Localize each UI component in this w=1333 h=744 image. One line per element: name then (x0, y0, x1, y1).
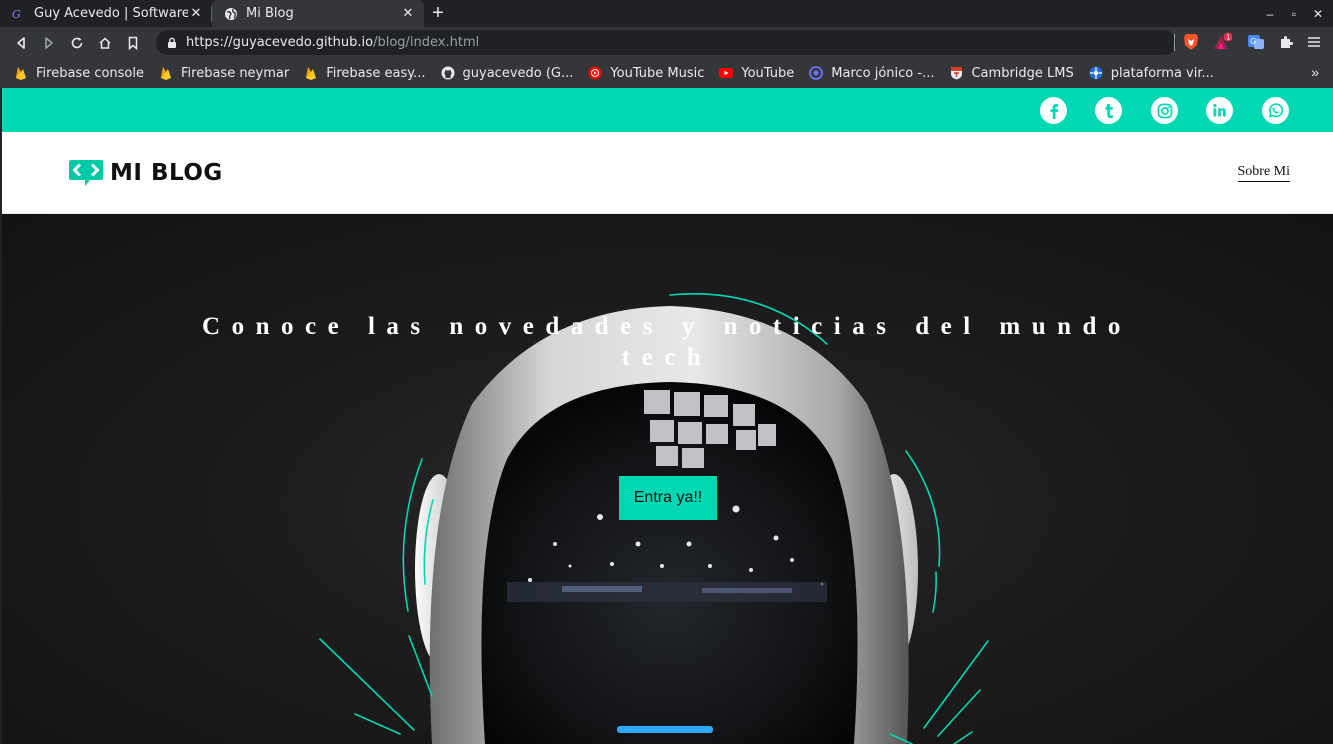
minimize-icon[interactable]: – (1261, 7, 1279, 21)
extension-badge: 1 (1226, 34, 1230, 42)
url-path: /blog/index.html (373, 35, 480, 50)
address-bar[interactable]: https://guyacevedo.github.io/blog/index.… (156, 30, 1176, 55)
portfolio-favicon-icon: G (12, 7, 26, 21)
toolbar-divider (1174, 34, 1175, 51)
github-icon (441, 66, 455, 80)
code-bubble-icon (69, 160, 103, 186)
new-tab-button[interactable]: + (424, 0, 452, 27)
bookmark-icon[interactable] (119, 29, 147, 57)
home-icon[interactable] (91, 29, 119, 57)
svg-text:G: G (12, 8, 21, 21)
tab-strip: G Guy Acevedo | Software De ✕ Mi Blog ✕ … (0, 0, 1333, 27)
extensions-puzzle-icon[interactable] (1276, 32, 1296, 52)
bookmarks-bar: Firebase console Firebase neymar Firebas… (0, 58, 1333, 88)
close-tab-icon[interactable]: ✕ (400, 6, 416, 21)
maximize-icon[interactable]: ▫ (1285, 7, 1303, 21)
browser-toolbar: https://guyacevedo.github.io/blog/index.… (0, 27, 1333, 58)
globe-icon (224, 7, 238, 21)
bookmark-cambridge-lms[interactable]: Cambridge LMS (949, 66, 1074, 81)
brave-shield-icon[interactable] (1181, 32, 1201, 52)
back-icon[interactable] (7, 29, 35, 57)
site-logo[interactable]: MI BLOG (68, 159, 223, 187)
bookmark-youtube[interactable]: YouTube (719, 66, 794, 81)
bookmark-marco-jonico[interactable]: Marco jónico -... (809, 66, 934, 81)
bookmark-github[interactable]: guyacevedo (G... (441, 66, 573, 81)
firebase-icon (14, 66, 28, 80)
firebase-icon (304, 66, 318, 80)
translate-extension-icon[interactable]: G (1246, 32, 1266, 52)
bookmark-firebase-console[interactable]: Firebase console (14, 66, 144, 81)
linkedin-icon[interactable] (1206, 97, 1233, 124)
whatsapp-icon[interactable] (1262, 97, 1289, 124)
cambridge-icon (949, 66, 963, 80)
menu-icon[interactable] (1304, 32, 1324, 52)
reload-icon[interactable] (63, 29, 91, 57)
nav-link-sobre-mi[interactable]: Sobre Mi (1237, 164, 1290, 182)
logo-text: MI BLOG (110, 160, 223, 186)
youtube-icon (719, 66, 734, 80)
web-page: MI BLOG Sobre Mi Conoce las novedades y … (2, 88, 1333, 744)
svg-text:G: G (1250, 37, 1256, 46)
instagram-icon[interactable] (1151, 97, 1178, 124)
hero-title: Conoce las novedades y noticias del mund… (202, 313, 1132, 371)
tumblr-icon[interactable] (1095, 97, 1122, 124)
brave-rewards-icon[interactable]: 1 (1212, 32, 1232, 52)
lock-icon (168, 37, 176, 48)
url-host: https://guyacevedo.github.io (186, 35, 374, 50)
social-bar (2, 88, 1333, 132)
close-window-icon[interactable]: ✕ (1309, 7, 1327, 21)
entra-ya-button[interactable]: Entra ya!! (619, 476, 717, 520)
firebase-icon (159, 66, 173, 80)
bookmark-firebase-neymar[interactable]: Firebase neymar (159, 66, 289, 81)
hero-section: Conoce las novedades y noticias del mund… (2, 214, 1333, 744)
window-controls: – ▫ ✕ (1261, 0, 1327, 27)
forward-icon[interactable] (35, 29, 63, 57)
site-header: MI BLOG Sobre Mi (2, 132, 1333, 214)
circle-icon (809, 66, 824, 80)
globe-icon (1089, 66, 1103, 80)
youtube-music-icon (588, 66, 602, 80)
facebook-icon[interactable] (1040, 97, 1067, 124)
more-bookmarks-button[interactable]: » (1311, 64, 1319, 80)
bookmark-firebase-easy[interactable]: Firebase easy... (304, 66, 426, 81)
bookmark-youtube-music[interactable]: YouTube Music (588, 66, 704, 81)
bookmark-plataforma-virtual[interactable]: plataforma vir... (1089, 66, 1214, 81)
tab-mi-blog[interactable]: Mi Blog ✕ (212, 0, 424, 27)
tab-title: Mi Blog (246, 6, 294, 21)
tab-title: Guy Acevedo | Software De (34, 6, 188, 21)
close-tab-icon[interactable]: ✕ (188, 6, 204, 21)
tab-guy-acevedo[interactable]: G Guy Acevedo | Software De ✕ (0, 0, 212, 27)
